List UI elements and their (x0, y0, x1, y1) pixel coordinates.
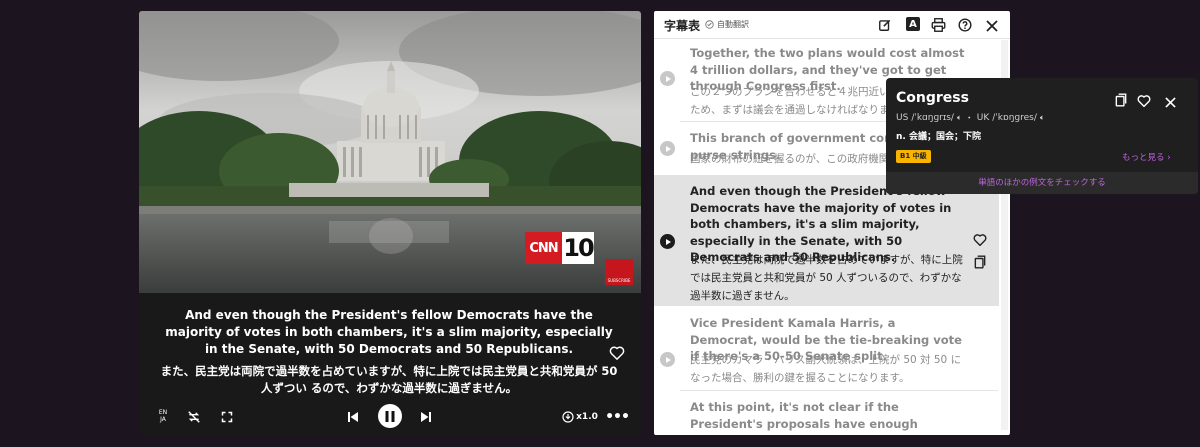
close-icon (1165, 97, 1176, 108)
favorite-icon (1137, 95, 1151, 108)
font-icon: A (909, 18, 917, 30)
subtitle-item-active[interactable]: And even though the President's fellow D… (654, 175, 999, 306)
edit-icon (879, 19, 891, 31)
edit-button[interactable] (878, 17, 892, 31)
speaker-uk-icon[interactable]: 🔈︎ (1040, 113, 1045, 123)
play-icon (666, 145, 671, 152)
skip-previous-icon (348, 412, 358, 422)
line-favorite-button[interactable] (973, 231, 989, 247)
video-frame[interactable]: CNN 10 SUBSCRIBE (139, 11, 641, 293)
line-copy-button[interactable] (974, 254, 988, 270)
print-icon (931, 18, 946, 32)
popup-word: Congress (896, 90, 969, 106)
popup-favorite-button[interactable] (1137, 92, 1153, 108)
subtitle-item[interactable]: Vice President Kamala Harris, a Democrat… (654, 307, 999, 389)
pron-uk: /ˈkɒŋɡres/ (992, 112, 1037, 123)
subtitle-item-japanese: 民主党のカマラ・ハリス副大統領は、上院が 50 対 50 になった場合、勝利の鍵… (690, 354, 962, 384)
play-line-button[interactable] (660, 234, 675, 249)
pron-us: /ˈkɑŋɡrɪs/ (911, 112, 954, 123)
caption-japanese: また、民主党は両院で過半数を占めていますが、特に上院では民主党員と共和党員が 5… (160, 364, 618, 395)
next-button[interactable] (418, 409, 434, 425)
copy-icon (974, 255, 986, 269)
subtitle-item-japanese: また、民主党は両院で過半数を占めていますが、特に上院では民主党員と共和党員が 5… (690, 254, 963, 302)
popup-copy-button[interactable] (1115, 92, 1129, 107)
video-panel: CNN 10 SUBSCRIBE And even though the Pre… (139, 11, 641, 435)
examples-link[interactable]: 単語のほかの例文をチェックする (886, 172, 1198, 194)
lang-toggle-button[interactable]: EN JA (153, 407, 173, 425)
subtitle-item-english: At this point, it's not clear if the Pre… (690, 400, 939, 435)
play-icon (666, 75, 671, 82)
speed-label: x1.0 (576, 412, 598, 422)
pron-separator: ・ (964, 114, 974, 124)
subtitle-item[interactable]: At this point, it's not clear if the Pre… (654, 391, 999, 435)
caption-english: And even though the President's fellow D… (165, 308, 613, 356)
close-icon (986, 20, 998, 32)
subscribe-badge[interactable]: SUBSCRIBE (605, 259, 633, 285)
chevron-right-icon: › (1167, 153, 1171, 163)
popup-definition: n. 会議；国会；下院 (896, 132, 981, 142)
help-icon (958, 18, 972, 32)
subtitle-title: 字幕表 (664, 19, 701, 33)
favorite-icon (973, 234, 987, 247)
popup-close-button[interactable] (1165, 93, 1177, 108)
repeat-button[interactable] (185, 408, 203, 426)
subtitle-panel: 字幕表 自動翻訳 A Together, the two plans would… (654, 11, 1010, 435)
repeat-off-icon (188, 411, 200, 423)
previous-button[interactable] (345, 409, 361, 425)
level-badge: B1 中級 (896, 150, 931, 163)
subtitle-header: 字幕表 自動翻訳 A (654, 11, 1010, 39)
more-button[interactable]: ••• (605, 409, 630, 425)
cnn10-logo: CNN 10 (525, 232, 595, 264)
help-button[interactable] (958, 17, 972, 32)
word-popup: Congress US /ˈkɑŋɡrɪs/ 🔈︎ ・ UK /ˈkɒŋɡres… (886, 78, 1198, 194)
caption-favorite-button[interactable] (608, 343, 626, 361)
play-icon (666, 356, 671, 363)
skip-next-icon (421, 412, 431, 422)
more-link[interactable]: もっと見る › (1122, 151, 1171, 163)
speed-icon (562, 411, 574, 423)
cnn-logo-text: CNN (525, 232, 562, 264)
speed-button[interactable]: x1.0 (562, 409, 598, 425)
examples-bar[interactable]: 単語のほかの例文をチェックする (886, 172, 1198, 194)
pron-us-label: US (896, 112, 909, 123)
pause-icon (385, 410, 395, 422)
close-subtitles-button[interactable] (986, 17, 999, 32)
more-link-label: もっと見る (1122, 153, 1165, 163)
pron-uk-label: UK (976, 112, 990, 123)
speaker-us-icon[interactable]: 🔈︎ (957, 113, 962, 123)
fullscreen-icon (221, 411, 233, 423)
more-icon: ••• (605, 409, 630, 425)
play-line-button[interactable] (660, 141, 675, 156)
font-button[interactable]: A (906, 17, 920, 31)
play-line-button[interactable] (660, 71, 675, 86)
print-button[interactable] (931, 17, 946, 32)
check-circle-icon (705, 20, 714, 29)
play-icon (666, 238, 671, 245)
fullscreen-button[interactable] (218, 408, 236, 426)
pronunciation-row: US /ˈkɑŋɡrɪs/ 🔈︎ ・ UK /ˈkɒŋɡres/ 🔈︎ (896, 111, 1045, 125)
cnn-number-text: 10 (562, 232, 595, 264)
play-line-button[interactable] (660, 352, 675, 367)
auto-translate-label: 自動翻訳 (717, 20, 749, 29)
auto-translate-toggle[interactable]: 自動翻訳 (705, 19, 749, 30)
copy-icon (1115, 93, 1127, 107)
pause-button[interactable] (378, 404, 402, 428)
favorite-icon (609, 346, 625, 360)
